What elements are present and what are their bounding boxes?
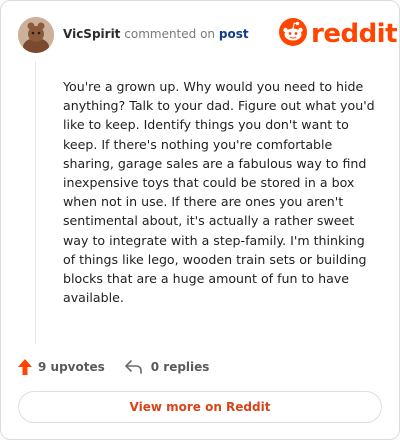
reddit-snoo-icon [279,18,307,50]
thread-line [35,61,36,344]
view-more-button[interactable]: View more on Reddit [18,391,382,423]
upvote-arrow-icon [18,359,32,375]
avatar[interactable] [18,17,54,53]
reply-count: 0 replies [150,360,210,374]
comment-card: VicSpirit commented on post reddit You'r… [0,0,400,440]
comment-body: You're a grown up. Why would you need to… [63,79,375,306]
action-text: commented on [124,27,216,41]
replies-button[interactable]: 0 replies [124,360,210,374]
username[interactable]: VicSpirit [63,27,120,41]
upvote-count: 9 upvotes [38,360,105,374]
comment-header: VicSpirit commented on post [63,27,249,41]
reddit-wordmark: reddit [311,19,398,49]
reply-arrow-icon [124,360,143,374]
post-link[interactable]: post [219,27,249,41]
upvote-button[interactable]: 9 upvotes [18,359,105,375]
reddit-logo[interactable]: reddit [279,18,398,50]
comment-actions: 9 upvotes 0 replies [18,357,209,377]
